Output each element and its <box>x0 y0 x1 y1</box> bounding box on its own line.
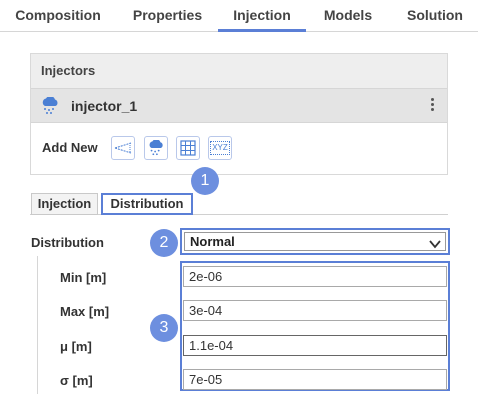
add-cone-injector-button[interactable] <box>111 136 135 160</box>
cloud-injector-icon <box>40 96 60 120</box>
sigma-input[interactable] <box>183 369 447 390</box>
distribution-label: Distribution <box>31 235 104 250</box>
distribution-selected-value: Normal <box>190 234 235 249</box>
cone-injector-icon <box>114 142 132 154</box>
tab-properties[interactable]: Properties <box>120 0 215 32</box>
param-group-line <box>37 256 38 394</box>
sigma-label: σ [m] <box>60 373 93 388</box>
subtab-distribution[interactable]: Distribution <box>101 193 193 215</box>
tab-models[interactable]: Models <box>312 0 384 32</box>
distribution-select[interactable]: Normal <box>180 228 450 255</box>
tab-composition[interactable]: Composition <box>8 0 108 32</box>
injector-list-item[interactable]: injector_1 <box>31 88 447 123</box>
mu-label: μ [m] <box>60 339 92 354</box>
min-label: Min [m] <box>60 270 107 285</box>
subtab-injection[interactable]: Injection <box>31 193 98 215</box>
main-tab-bar: Composition Properties Injection Models … <box>0 0 478 32</box>
tab-solution[interactable]: Solution <box>395 0 475 32</box>
chevron-down-icon <box>429 236 441 254</box>
callout-badge-2: 2 <box>150 229 178 257</box>
cloud-injector-icon <box>149 140 163 156</box>
grid-injector-icon <box>180 140 196 156</box>
injectors-header: Injectors <box>31 54 447 88</box>
add-xyz-injector-button[interactable]: XYZ <box>208 136 232 160</box>
add-new-label: Add New <box>42 140 98 155</box>
max-label: Max [m] <box>60 304 110 319</box>
more-options-icon[interactable] <box>429 98 435 114</box>
callout-badge-1: 1 <box>191 167 219 195</box>
injector-name: injector_1 <box>71 98 138 114</box>
tab-injection[interactable]: Injection <box>218 0 306 32</box>
min-input[interactable] <box>183 266 447 287</box>
injectors-panel: Injectors injector_1 Add New XYZ <box>30 53 448 175</box>
xyz-injector-icon: XYZ <box>210 141 230 155</box>
add-cloud-injector-button[interactable] <box>144 136 168 160</box>
mu-input[interactable] <box>183 335 447 356</box>
add-grid-injector-button[interactable] <box>176 136 200 160</box>
callout-badge-3: 3 <box>150 314 178 342</box>
max-input[interactable] <box>183 300 447 321</box>
